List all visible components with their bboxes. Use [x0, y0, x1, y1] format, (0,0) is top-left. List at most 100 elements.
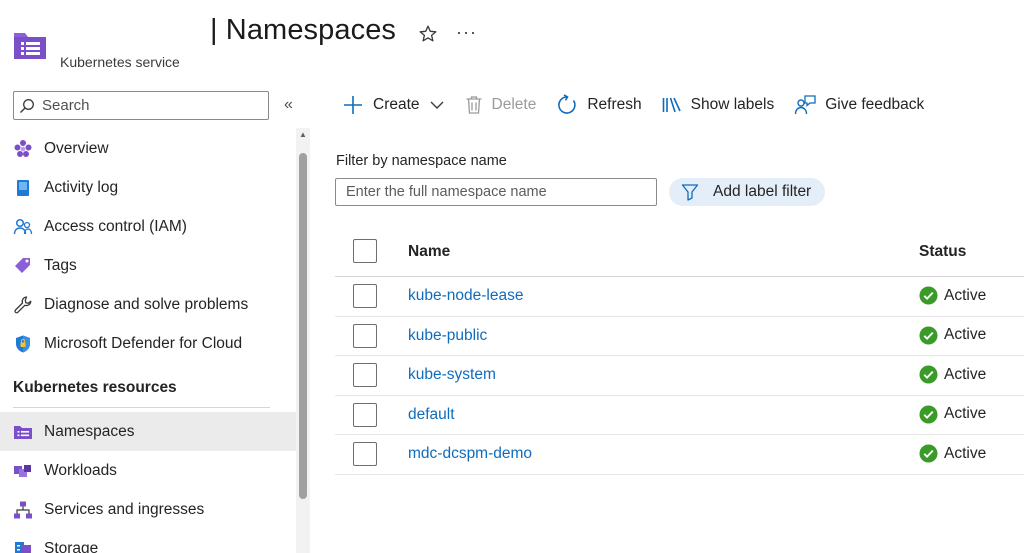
row-checkbox[interactable]: [353, 442, 377, 466]
check-circle-icon: [919, 325, 938, 345]
sidebar-item-tags[interactable]: Tags: [0, 246, 296, 285]
check-circle-icon: [919, 444, 938, 463]
refresh-label: Refresh: [587, 96, 642, 113]
access-control-icon: [13, 217, 33, 237]
sidebar-item-namespaces[interactable]: Namespaces: [0, 412, 296, 451]
status-badge: Active: [944, 365, 987, 383]
sidebar-item-services-ingresses[interactable]: Services and ingresses: [0, 490, 296, 529]
table-row: kube-node-lease Active: [335, 277, 1024, 317]
trash-icon: [466, 96, 482, 114]
sidebar-item-defender[interactable]: Microsoft Defender for Cloud: [0, 324, 296, 363]
sidebar-item-activity-log[interactable]: Activity log: [0, 168, 296, 207]
sidebar-item-label: Services and ingresses: [44, 500, 205, 518]
activity-log-icon: [13, 178, 33, 198]
sidebar-item-label: Access control (IAM): [44, 217, 187, 235]
wrench-icon: [13, 295, 33, 315]
sidebar-nav: Overview Activity log Access control (IA…: [0, 129, 296, 553]
scroll-up-arrow-icon[interactable]: ▲: [297, 130, 309, 140]
collapse-sidebar-icon[interactable]: «: [284, 96, 293, 114]
namespace-link[interactable]: mdc-dcspm-demo: [408, 445, 532, 462]
service-label: Kubernetes service: [60, 54, 180, 70]
search-input[interactable]: [42, 97, 252, 114]
search-icon: [20, 98, 34, 113]
sidebar-item-label: Tags: [44, 256, 77, 274]
row-checkbox[interactable]: [353, 284, 377, 308]
sidebar-item-label: Storage: [44, 539, 99, 553]
overview-icon: [13, 139, 33, 159]
status-cell: Active: [919, 325, 987, 345]
sidebar-search[interactable]: [13, 91, 269, 120]
status-cell: Active: [919, 444, 986, 463]
sidebar-item-storage[interactable]: Storage: [0, 529, 296, 553]
select-all-checkbox[interactable]: [353, 239, 377, 263]
row-checkbox[interactable]: [353, 363, 377, 387]
plus-icon: [344, 96, 362, 114]
status-badge: Active: [944, 444, 987, 462]
namespaces-app-icon: [14, 33, 46, 59]
give-feedback-button[interactable]: Give feedback: [794, 94, 924, 116]
tag-icon: [13, 256, 33, 276]
command-bar: Create Delete Refresh Show labels Give f…: [342, 92, 944, 118]
give-feedback-label: Give feedback: [825, 96, 925, 113]
sidebar-item-label: Namespaces: [44, 422, 135, 440]
labels-icon: [662, 97, 681, 113]
status-cell: Active: [919, 286, 986, 305]
star-icon[interactable]: [418, 24, 438, 44]
sidebar-item-overview[interactable]: Overview: [0, 129, 296, 168]
filter-label: Filter by namespace name: [336, 153, 507, 169]
status-badge: Active: [944, 326, 987, 343]
sidebar-item-label: Workloads: [44, 461, 117, 479]
column-header-name[interactable]: Name: [408, 243, 450, 261]
refresh-icon: [558, 94, 577, 114]
delete-button[interactable]: Delete: [465, 95, 537, 115]
shield-icon: [13, 334, 33, 354]
table-row: kube-public Active: [335, 317, 1024, 356]
sidebar-item-label: Microsoft Defender for Cloud: [44, 334, 243, 352]
table-header-row: Name Status: [335, 230, 1024, 277]
status-badge: Active: [944, 405, 987, 422]
create-button[interactable]: Create: [342, 94, 445, 116]
sidebar-item-label: Activity log: [44, 178, 119, 196]
sidebar-item-diagnose[interactable]: Diagnose and solve problems: [0, 285, 296, 324]
status-badge: Active: [944, 286, 987, 304]
sidebar-scrollbar-thumb[interactable]: [299, 153, 307, 499]
namespace-link[interactable]: kube-node-lease: [408, 287, 523, 304]
table-row: mdc-dcspm-demo Active: [335, 435, 1024, 475]
more-options-icon[interactable]: ···: [456, 22, 477, 43]
filter-icon: [681, 184, 699, 201]
row-checkbox[interactable]: [353, 323, 377, 348]
chevron-down-icon: [430, 101, 444, 109]
network-icon: [13, 500, 33, 520]
workloads-icon: [13, 461, 33, 481]
sidebar-item-label: Diagnose and solve problems: [44, 295, 249, 313]
add-label-filter-button[interactable]: Add label filter: [669, 178, 826, 206]
add-label-filter-label: Add label filter: [713, 183, 812, 200]
sidebar-item-access-control[interactable]: Access control (IAM): [0, 207, 296, 246]
status-cell: Active: [919, 365, 986, 384]
refresh-button[interactable]: Refresh: [556, 94, 642, 116]
namespaces-icon: [13, 422, 33, 442]
namespace-link[interactable]: default: [408, 406, 455, 423]
sidebar-section-title: Kubernetes resources: [0, 363, 296, 412]
namespaces-table: Name Status kube-node-lease Active kube-…: [335, 230, 1024, 475]
delete-label: Delete: [491, 96, 537, 113]
check-circle-icon: [919, 365, 938, 384]
namespace-link[interactable]: kube-public: [408, 327, 487, 344]
status-cell: Active: [919, 404, 987, 424]
namespace-filter-input[interactable]: [335, 178, 657, 206]
check-circle-icon: [919, 286, 938, 305]
sidebar-item-workloads[interactable]: Workloads: [0, 451, 296, 490]
show-labels-label: Show labels: [690, 96, 775, 113]
page-title: | Namespaces: [210, 14, 397, 46]
table-row: kube-system Active: [335, 356, 1024, 396]
sidebar-item-label: Overview: [44, 139, 109, 157]
storage-icon: [13, 539, 33, 553]
namespace-link[interactable]: kube-system: [408, 366, 496, 383]
create-label: Create: [373, 96, 420, 113]
check-circle-icon: [919, 404, 938, 424]
column-header-status[interactable]: Status: [919, 243, 966, 261]
row-checkbox[interactable]: [353, 402, 377, 427]
show-labels-button[interactable]: Show labels: [662, 96, 775, 114]
feedback-icon: [795, 95, 816, 115]
table-row: default Active: [335, 396, 1024, 435]
